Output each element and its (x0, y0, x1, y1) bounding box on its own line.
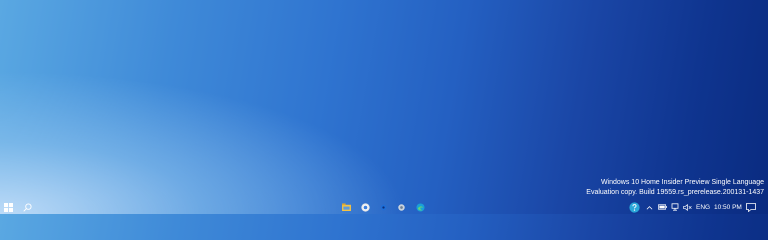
help-icon (628, 201, 640, 213)
language-indicator[interactable]: ENG (696, 204, 710, 211)
notification-icon (746, 202, 756, 212)
chrome-icon (360, 202, 370, 212)
search-icon (22, 202, 32, 212)
file-explorer-button[interactable] (339, 200, 353, 214)
build-watermark: Windows 10 Home Insider Preview Single L… (464, 178, 764, 198)
app-button[interactable] (376, 200, 390, 214)
show-hidden-icons-button[interactable] (644, 200, 654, 214)
chrome-button[interactable] (358, 200, 372, 214)
volume-muted-icon (682, 203, 692, 211)
settings-icon (397, 203, 405, 211)
battery-button[interactable] (656, 200, 668, 214)
chevron-up-icon (646, 205, 652, 210)
network-icon (671, 203, 678, 211)
search-button[interactable] (19, 200, 35, 214)
network-button[interactable] (669, 200, 680, 214)
volume-button[interactable] (681, 200, 693, 214)
edge-button[interactable] (413, 200, 427, 214)
app-icon (380, 204, 386, 210)
action-center-button[interactable] (744, 200, 758, 214)
watermark-line-2: Evaluation copy. Build 19559.rs_prerelea… (586, 189, 764, 196)
battery-icon (657, 204, 667, 210)
windows-logo-icon (3, 202, 13, 212)
watermark-line-1: Windows 10 Home Insider Preview Single L… (600, 179, 764, 186)
help-button[interactable] (627, 200, 641, 214)
edge-icon (415, 202, 425, 212)
file-explorer-icon (341, 203, 351, 211)
taskbar: ENG 10:50 PM (0, 200, 768, 214)
clock[interactable]: 10:50 PM (714, 204, 742, 211)
settings-button[interactable] (394, 200, 408, 214)
start-button[interactable] (0, 200, 16, 214)
